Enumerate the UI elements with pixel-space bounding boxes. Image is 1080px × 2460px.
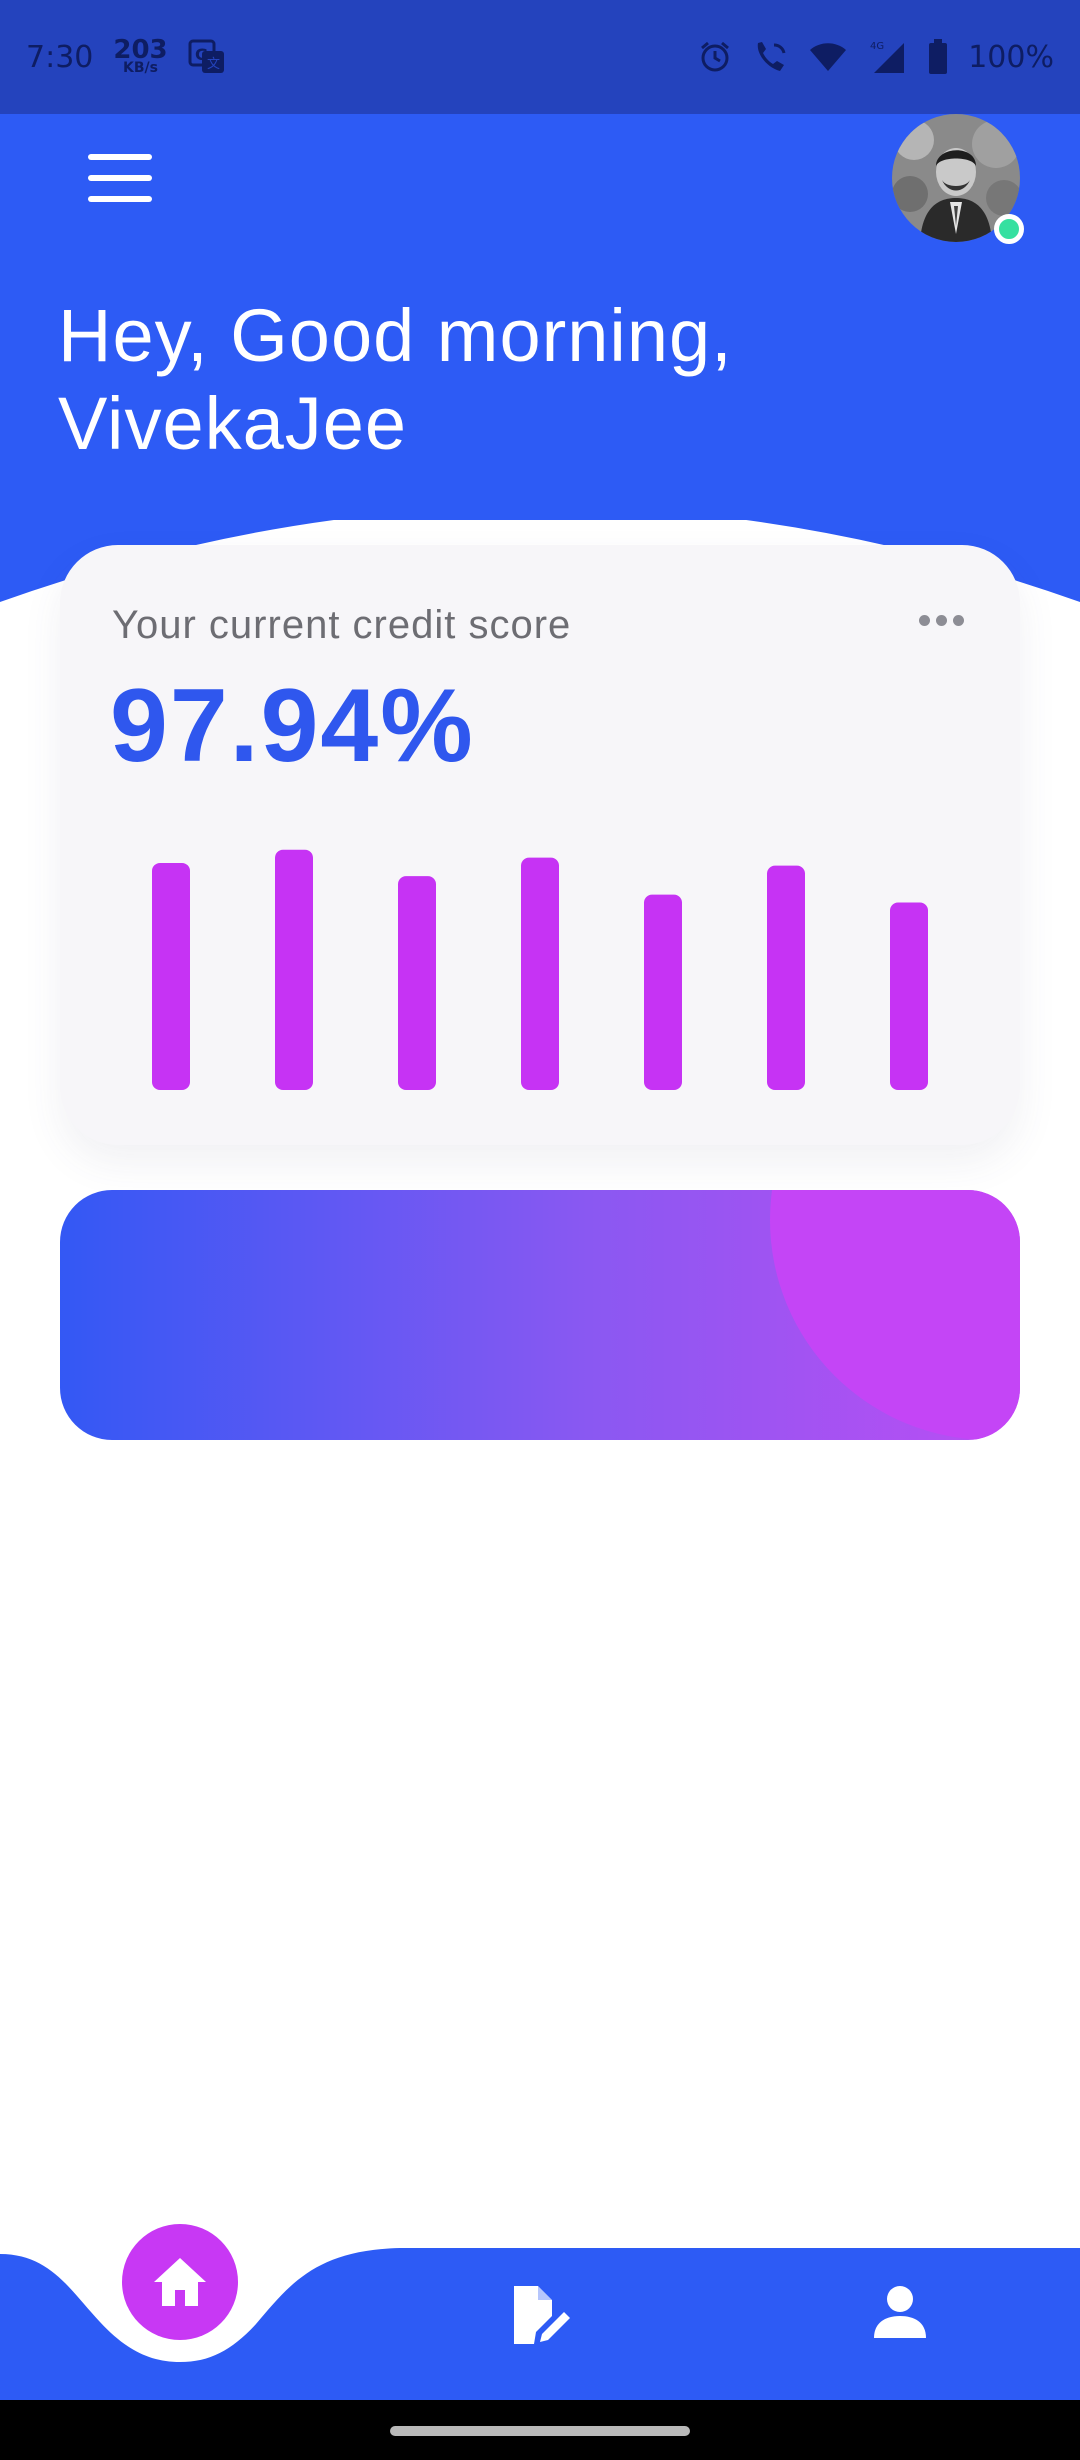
person-icon <box>874 2286 926 2338</box>
status-bar-right: 4G 100% <box>698 39 1054 75</box>
chart-bar <box>644 894 682 1090</box>
avatar[interactable] <box>892 114 1024 244</box>
greeting-title: Hey, Good morning, VivekaJee <box>58 294 733 465</box>
credit-bar-chart <box>152 849 928 1090</box>
translate-icon: G 文 <box>188 39 226 75</box>
gesture-handle[interactable] <box>390 2426 690 2436</box>
chart-bar <box>152 862 190 1090</box>
wifi-icon <box>808 41 848 73</box>
status-bar: 7:30 203 KB/s G 文 4G 100% <box>0 0 1080 114</box>
signal-icon: 4G <box>868 39 908 75</box>
nav-profile-button[interactable] <box>870 2282 930 2346</box>
network-speed-unit: KB/s <box>123 60 158 77</box>
chart-bar <box>521 857 559 1090</box>
alarm-icon <box>698 40 732 74</box>
hamburger-menu-icon-line <box>88 196 152 202</box>
promo-banner[interactable] <box>60 1190 1020 1440</box>
menu-button[interactable] <box>88 154 152 202</box>
banner-decorative-circle <box>770 1190 1020 1440</box>
credit-score-card: Your current credit score 97.94% <box>60 545 1020 1145</box>
online-status-dot <box>994 214 1024 244</box>
hamburger-menu-icon-line <box>88 175 152 181</box>
hamburger-menu-icon <box>88 154 152 160</box>
svg-text:文: 文 <box>207 57 220 72</box>
network-speed: 203 KB/s <box>113 35 168 77</box>
chart-bar <box>890 902 928 1090</box>
network-speed-value: 203 <box>113 35 168 65</box>
status-bar-left: 7:30 203 KB/s G 文 <box>26 35 226 77</box>
chart-bar <box>275 849 313 1090</box>
nav-home-button[interactable] <box>122 2224 238 2340</box>
chart-bar <box>767 865 805 1090</box>
edit-document-icon <box>514 2286 570 2344</box>
home-icon <box>154 2258 206 2306</box>
battery-icon <box>928 39 948 75</box>
wifi-call-icon <box>752 39 788 75</box>
chart-bar <box>398 876 436 1090</box>
battery-percentage: 100% <box>968 39 1054 75</box>
status-time: 7:30 <box>26 39 94 75</box>
nav-edit-document-button[interactable] <box>508 2282 574 2352</box>
svg-text:4G: 4G <box>870 41 884 52</box>
